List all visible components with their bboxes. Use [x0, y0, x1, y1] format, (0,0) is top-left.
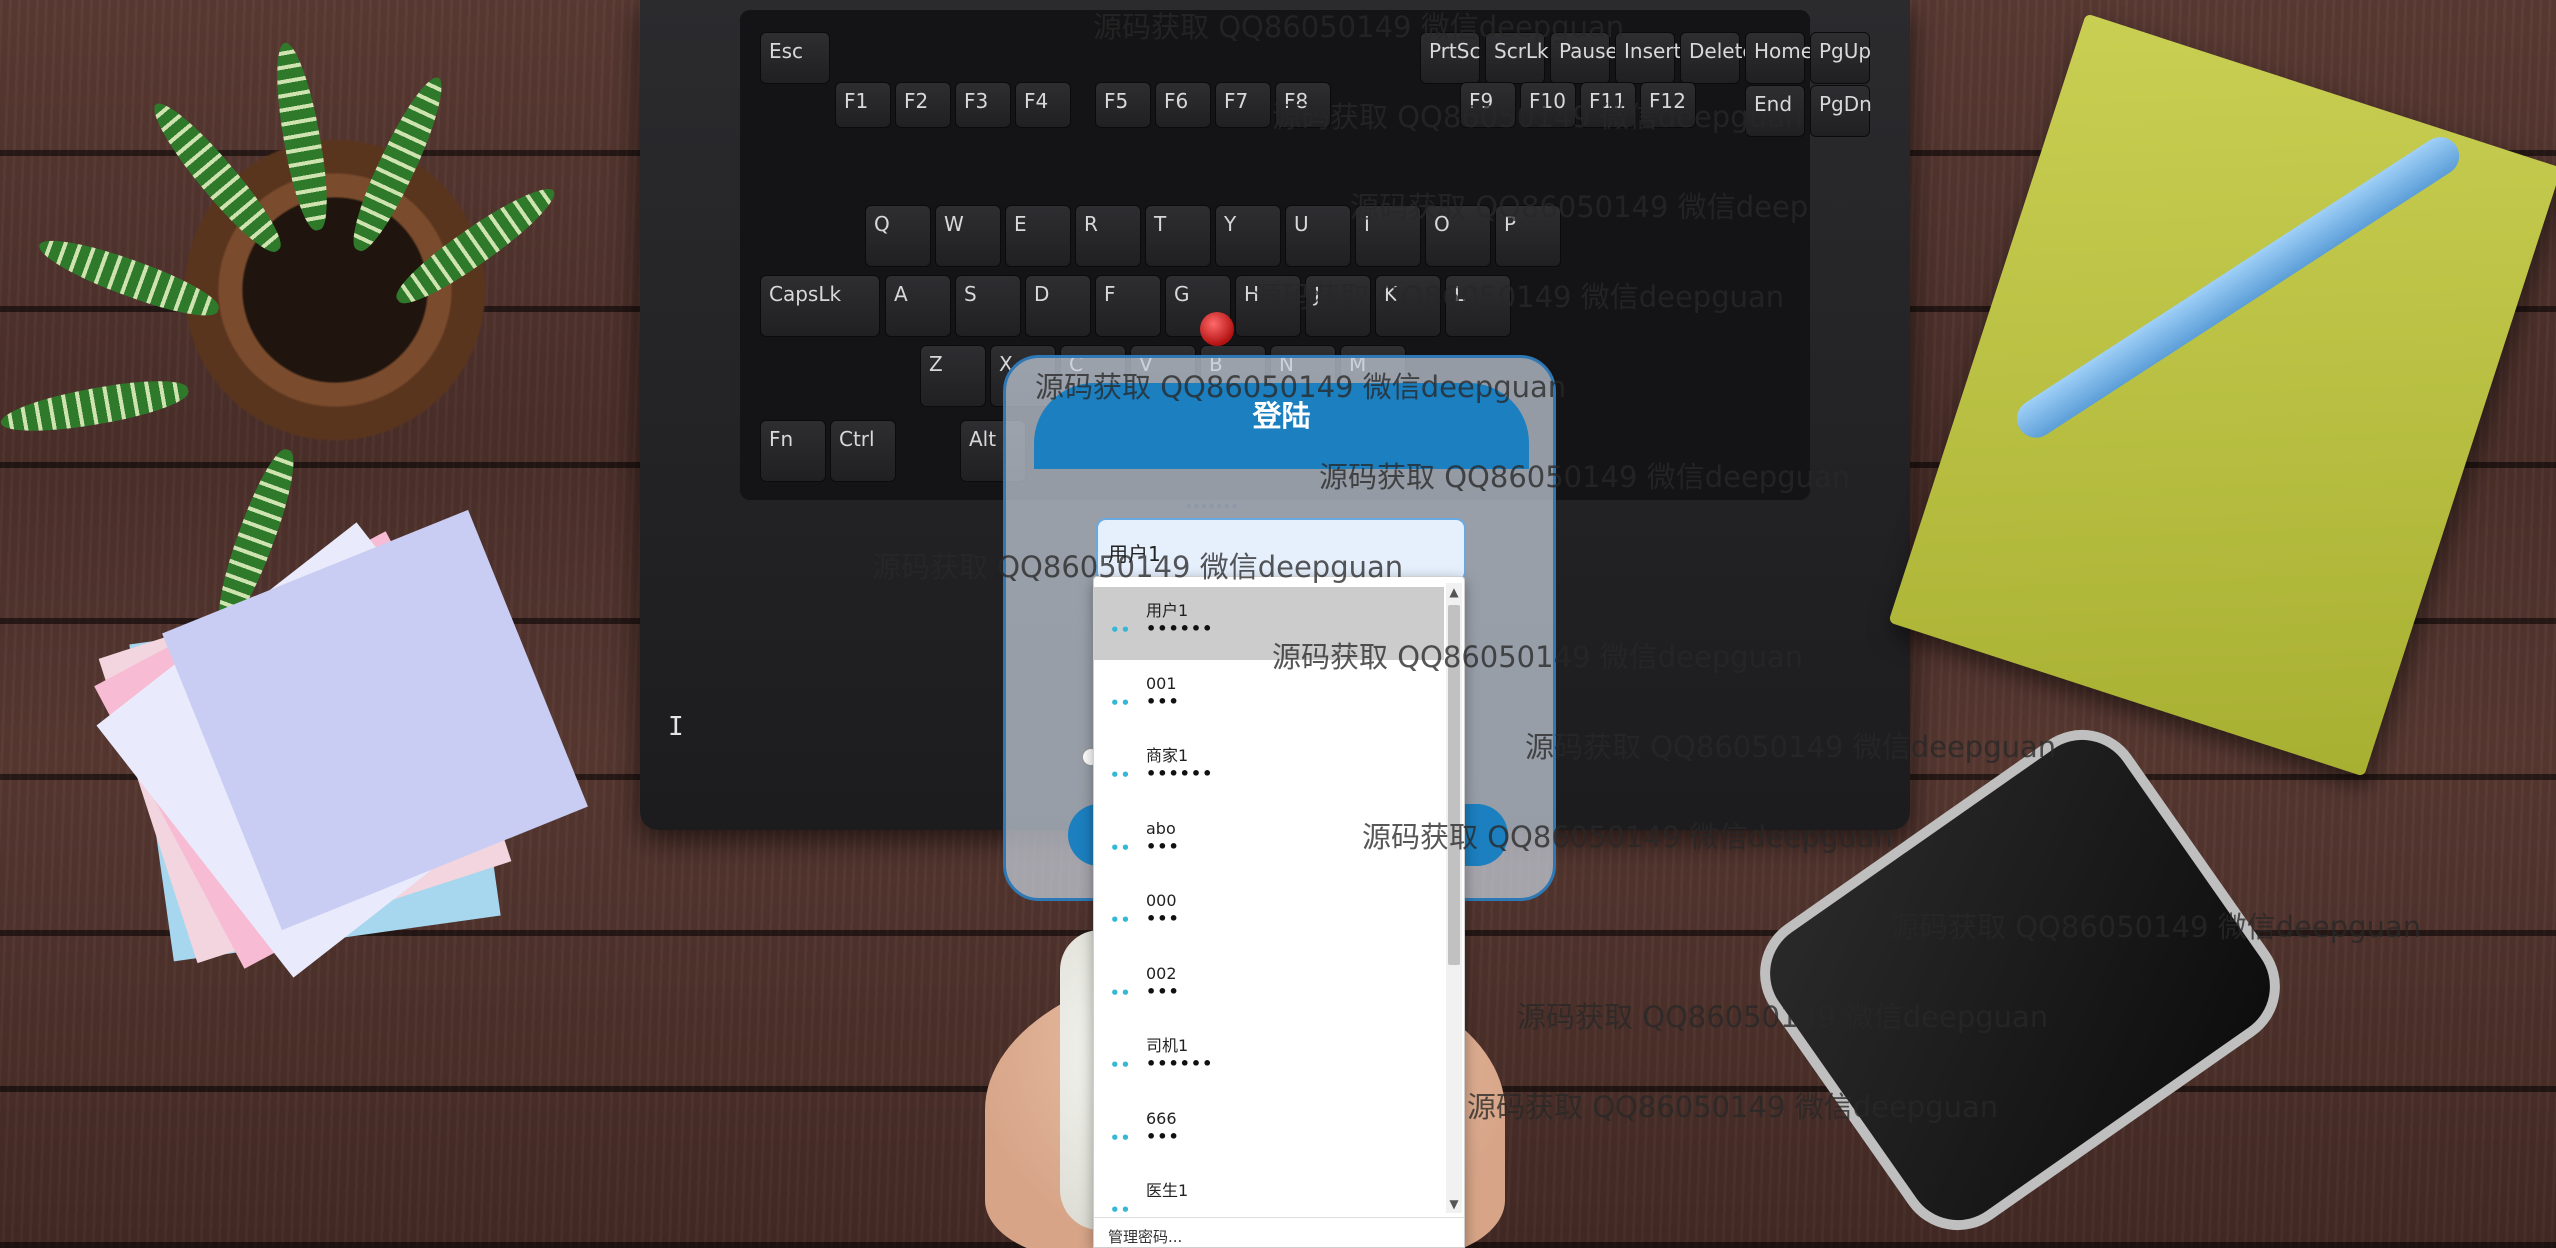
keyboard-key: F5: [1095, 82, 1151, 128]
credential-item[interactable]: •• 司机1 ••••••: [1094, 1022, 1444, 1095]
credential-password: ••••••: [1146, 764, 1214, 783]
credential-username: 医生1: [1146, 1181, 1189, 1200]
credential-password: •••: [1146, 909, 1180, 928]
watermark-text: 源码获取 QQ86050149 微信deepguan: [1890, 910, 2422, 944]
keyboard-key: W: [935, 205, 1001, 267]
watermark-text: 源码获取 QQ86050149 微信deepguan: [1093, 10, 1625, 44]
watermark-text: 源码获取 QQ86050149 微信deepguan: [1253, 280, 1785, 314]
keyboard-key: A: [885, 275, 951, 337]
keyboard-key: D: [1025, 275, 1091, 337]
dropdown-scrollbar[interactable]: ▲ ▼: [1446, 583, 1462, 1213]
key-icon: ••: [1110, 621, 1132, 639]
keyboard-key: F4: [1015, 82, 1071, 128]
keyboard-key: Home: [1745, 32, 1813, 84]
keyboard-key: F2: [895, 82, 951, 128]
watermark-text: 源码获取 QQ86050149 微信deepguan: [1467, 1090, 1999, 1124]
key-icon: ••: [1110, 983, 1132, 1002]
watermark-text: 源码获取 QQ86050149 微信deepguan: [1362, 820, 1894, 854]
watermark-text: 源码获取 QQ86050149 微信deepguan: [1350, 190, 1882, 224]
scroll-down-icon[interactable]: ▼: [1446, 1195, 1462, 1213]
key-icon: ••: [1110, 766, 1132, 784]
keyboard-key: Esc: [760, 32, 830, 84]
scroll-up-icon[interactable]: ▲: [1446, 583, 1462, 601]
credential-item[interactable]: •• 002 •••: [1094, 950, 1444, 1023]
keyboard-key: F3: [955, 82, 1011, 128]
credential-password: •••: [1146, 691, 1180, 711]
keyboard-key: PgDn: [1810, 85, 1872, 137]
key-icon: ••: [1110, 1128, 1132, 1147]
keyboard-key: F7: [1215, 82, 1271, 128]
keyboard-key: Delete: [1680, 32, 1755, 84]
credential-password: •••: [1146, 1126, 1180, 1146]
text-cursor-icon: I: [668, 712, 684, 742]
credential-username: 用户1: [1146, 601, 1189, 620]
credential-item[interactable]: •• 666 •••: [1094, 1095, 1444, 1168]
divider-dots: •••••••: [1186, 498, 1240, 515]
credential-username: 000: [1146, 891, 1177, 910]
credential-item[interactable]: •• 000 •••: [1094, 877, 1444, 950]
key-icon: ••: [1110, 693, 1132, 712]
trackpoint-image: [1200, 312, 1234, 346]
credential-password: ••••••: [1146, 1054, 1214, 1073]
keyboard-key: R: [1075, 205, 1141, 267]
keyboard-key: U: [1285, 205, 1351, 267]
keyboard-key: Ctrl: [830, 420, 896, 482]
keyboard-key: S: [955, 275, 1021, 337]
watermark-text: 源码获取 QQ86050149 微信deepguan: [1319, 460, 1851, 494]
credential-item[interactable]: •• 商家1 ••••••: [1094, 732, 1444, 805]
credentials-list: •• 用户1 •••••• •• 001 ••• •• 商家1 •••••• •• abo ••• ••…: [1094, 587, 1444, 1240]
credential-username: 司机1: [1146, 1036, 1189, 1055]
credential-password: •••: [1146, 981, 1180, 1001]
watermark-text: 源码获取 QQ86050149 微信deepguan: [1272, 640, 1804, 674]
watermark-text: 源码获取 QQ86050149 微信deepguan: [1035, 370, 1567, 404]
credential-username: 001: [1146, 673, 1177, 693]
keyboard-key: CapsLk: [760, 275, 880, 337]
credential-username: 666: [1146, 1108, 1177, 1128]
keyboard-key: Q: [865, 205, 931, 267]
saved-credentials-dropdown: •• 用户1 •••••• •• 001 ••• •• 商家1 •••••• •• abo ••• ••…: [1093, 576, 1465, 1248]
watermark-text: 源码获取 QQ86050149 微信deepguan: [1517, 1000, 2049, 1034]
key-icon: ••: [1110, 838, 1132, 857]
keyboard-key: F6: [1155, 82, 1211, 128]
keyboard-key: Z: [920, 345, 986, 407]
watermark-text: 源码获取 QQ86050149 微信deepguan: [1272, 100, 1804, 134]
keyboard-key: E: [1005, 205, 1071, 267]
key-icon: ••: [1110, 1056, 1132, 1074]
keyboard-key: T: [1145, 205, 1211, 267]
watermark-text: 源码获取 QQ86050149 微信deepguan: [872, 550, 1404, 584]
watermark-text: 源码获取 QQ86050149 微信deepguan: [1525, 730, 2057, 764]
credential-username: 商家1: [1146, 746, 1189, 765]
key-icon: ••: [1110, 911, 1132, 929]
keyboard-key: PgUp: [1810, 32, 1871, 84]
keyboard-key: F1: [835, 82, 891, 128]
keyboard-key: Y: [1215, 205, 1281, 267]
keyboard-key: F: [1095, 275, 1161, 337]
manage-passwords-link[interactable]: 管理密码...: [1094, 1217, 1464, 1247]
credential-username: 002: [1146, 963, 1177, 983]
keyboard-key: Fn: [760, 420, 826, 482]
